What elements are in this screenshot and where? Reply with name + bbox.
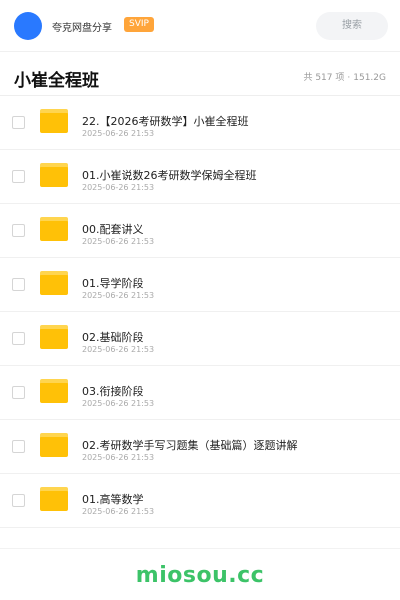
- select-checkbox[interactable]: [12, 278, 25, 291]
- list-item[interactable]: 01.导学阶段 2025-06-26 21:53: [0, 258, 400, 312]
- file-name[interactable]: 02.考研数学手写习题集（基础篇）逐题讲解: [82, 437, 298, 453]
- total-size: 151.2G: [353, 73, 386, 83]
- file-date: 2025-06-26 21:53: [82, 129, 155, 138]
- share-title: 夸克网盘分享: [52, 23, 112, 34]
- file-name[interactable]: 00.配套讲义: [82, 221, 144, 237]
- file-date: 2025-06-26 21:53: [82, 399, 155, 408]
- page-title: 小崔全程班: [14, 71, 99, 91]
- search-input[interactable]: 搜索: [316, 12, 388, 40]
- folder-icon: [40, 217, 68, 241]
- select-checkbox[interactable]: [12, 224, 25, 237]
- file-date: 2025-06-26 21:53: [82, 237, 155, 246]
- footer: miosou.cc: [0, 548, 400, 600]
- file-name[interactable]: 03.衔接阶段: [82, 383, 144, 399]
- file-name[interactable]: 01.导学阶段: [82, 275, 144, 291]
- list-item[interactable]: 03.衔接阶段 2025-06-26 21:53: [0, 366, 400, 420]
- folder-header: 小崔全程班 共 517 项 · 151.2G: [0, 52, 400, 96]
- select-checkbox[interactable]: [12, 494, 25, 507]
- folder-icon: [40, 379, 68, 403]
- folder-meta: 共 517 项 · 151.2G: [303, 70, 386, 83]
- list-item[interactable]: 01.小崔说数26考研数学保姆全程班 2025-06-26 21:53: [0, 150, 400, 204]
- file-date: 2025-06-26 21:53: [82, 507, 155, 516]
- file-name[interactable]: 01.高等数学: [82, 491, 144, 507]
- watermark-logo: miosou.cc: [135, 563, 265, 588]
- top-bar: 夸克网盘分享 SVIP 搜索: [0, 0, 400, 52]
- folder-icon: [40, 325, 68, 349]
- file-date: 2025-06-26 21:53: [82, 453, 155, 462]
- list-item[interactable]: 02.基础阶段 2025-06-26 21:53: [0, 312, 400, 366]
- folder-icon: [40, 487, 68, 511]
- select-checkbox[interactable]: [12, 440, 25, 453]
- select-checkbox[interactable]: [12, 332, 25, 345]
- file-name[interactable]: 01.小崔说数26考研数学保姆全程班: [82, 167, 257, 183]
- item-count: 共 517 项: [303, 73, 345, 83]
- file-date: 2025-06-26 21:53: [82, 345, 155, 354]
- folder-icon: [40, 163, 68, 187]
- folder-icon: [40, 109, 68, 133]
- select-checkbox[interactable]: [12, 116, 25, 129]
- folder-icon: [40, 433, 68, 457]
- list-item[interactable]: 22.【2026考研数学】小崔全程班 2025-06-26 21:53: [0, 96, 400, 150]
- svip-badge: SVIP: [124, 17, 154, 32]
- separator-dot: ·: [347, 73, 351, 83]
- avatar[interactable]: [14, 12, 42, 40]
- folder-icon: [40, 271, 68, 295]
- select-checkbox[interactable]: [12, 386, 25, 399]
- file-name[interactable]: 22.【2026考研数学】小崔全程班: [82, 113, 249, 129]
- file-date: 2025-06-26 21:53: [82, 291, 155, 300]
- file-list: 22.【2026考研数学】小崔全程班 2025-06-26 21:53 01.小…: [0, 96, 400, 528]
- list-item[interactable]: 00.配套讲义 2025-06-26 21:53: [0, 204, 400, 258]
- file-date: 2025-06-26 21:53: [82, 183, 155, 192]
- list-item[interactable]: 02.考研数学手写习题集（基础篇）逐题讲解 2025-06-26 21:53: [0, 420, 400, 474]
- file-name[interactable]: 02.基础阶段: [82, 329, 144, 345]
- select-checkbox[interactable]: [12, 170, 25, 183]
- list-item[interactable]: 01.高等数学 2025-06-26 21:53: [0, 474, 400, 528]
